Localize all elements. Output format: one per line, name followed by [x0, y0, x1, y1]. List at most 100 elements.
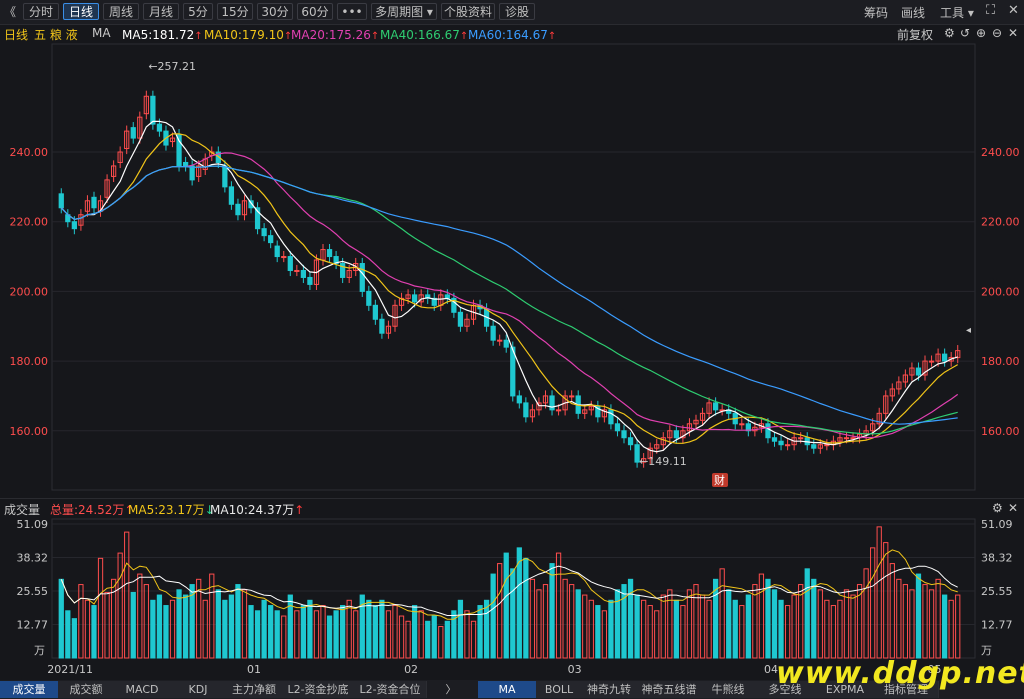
- candle-body: [549, 395, 555, 411]
- candle-body: [673, 430, 679, 439]
- tab-right-3[interactable]: 神奇五线谱: [636, 681, 703, 698]
- tab-right-0[interactable]: MA: [478, 681, 537, 698]
- volume-bar: [660, 594, 666, 659]
- volume-bar: [202, 599, 208, 659]
- price-tick-left: 180.00: [10, 355, 49, 368]
- volume-settings-icon[interactable]: ⚙: [992, 501, 1003, 515]
- candle-body: [130, 127, 136, 139]
- volume-bar: [353, 610, 359, 659]
- volume-bar: [287, 594, 293, 659]
- candle-body: [71, 221, 77, 230]
- volume-bar: [418, 610, 424, 659]
- tab-right-1[interactable]: BOLL: [536, 681, 583, 698]
- ma-line-10: [60, 133, 959, 444]
- volume-ma5: MA5:23.17万↓: [128, 503, 215, 517]
- volume-bar: [431, 615, 437, 659]
- candle-body: [457, 311, 464, 327]
- tab-left-0[interactable]: 成交量: [0, 681, 59, 698]
- volume-bar: [555, 552, 562, 659]
- volume-bar: [883, 542, 889, 659]
- volume-bar: [784, 605, 791, 659]
- volume-bar: [215, 589, 221, 659]
- tab-left-3[interactable]: KDJ: [170, 681, 227, 698]
- tab-right-4[interactable]: 牛熊线: [702, 681, 755, 698]
- volume-bar: [588, 599, 594, 659]
- volume-bar: [398, 615, 405, 659]
- candle-body: [497, 339, 503, 342]
- volume-bar: [732, 599, 738, 659]
- volume-bar: [254, 610, 261, 659]
- volume-bar: [621, 584, 627, 659]
- volume-bar: [241, 589, 248, 659]
- volume-bar: [470, 620, 477, 659]
- volume-bar: [346, 599, 352, 659]
- volume-bar: [71, 618, 77, 659]
- volume-bar: [955, 594, 961, 659]
- ma-line-40: [60, 165, 958, 435]
- volume-bar: [942, 594, 948, 659]
- volume-bar: [582, 594, 588, 659]
- candle-body: [379, 318, 385, 334]
- tab-left-5[interactable]: L2-资金抄底: [282, 681, 355, 698]
- volume-tick-right: 12.77: [981, 619, 1013, 632]
- candle-body: [765, 423, 771, 439]
- volume-bar: [726, 589, 732, 659]
- tab-left-6[interactable]: L2-资金合位: [354, 681, 427, 698]
- candle-body: [798, 437, 804, 440]
- tabs-scroll-arrow[interactable]: 〉: [436, 681, 466, 698]
- candle-body: [91, 196, 97, 209]
- candle-body: [372, 304, 378, 320]
- volume-close-icon[interactable]: ✕: [1008, 501, 1018, 515]
- volume-bar: [909, 589, 915, 659]
- candle-body: [608, 409, 614, 425]
- volume-bar: [438, 626, 444, 659]
- volume-bar: [176, 589, 182, 659]
- volume-bar: [948, 599, 954, 659]
- volume-bar: [542, 584, 549, 659]
- candle-body: [307, 276, 313, 285]
- candle-body: [915, 367, 922, 376]
- candle-body: [621, 430, 627, 439]
- volume-bar: [84, 599, 91, 659]
- kline-chart[interactable]: 240.00 240.00 220.00 220.00 200.00 200.00 180.…: [0, 0, 1024, 699]
- tab-left-2[interactable]: MACD: [114, 681, 171, 698]
- date-label: 02: [404, 663, 418, 676]
- candle-body: [569, 395, 575, 398]
- volume-bar: [307, 599, 313, 659]
- volume-bar: [503, 552, 509, 659]
- ma-line-20: [60, 152, 959, 439]
- low-annotation: ←149.11: [639, 455, 687, 468]
- candle-body: [614, 423, 621, 432]
- volume-bar: [281, 615, 287, 659]
- tab-right-2[interactable]: 神奇九转: [582, 681, 637, 698]
- tab-left-4[interactable]: 主力净额: [226, 681, 283, 698]
- volume-bar: [575, 589, 581, 659]
- volume-bar: [601, 610, 608, 659]
- volume-tick-left: 12.77: [17, 619, 49, 632]
- volume-bar: [392, 605, 398, 659]
- volume-bar: [837, 599, 843, 659]
- volume-bar: [58, 578, 64, 659]
- high-annotation: ←257.21: [148, 60, 196, 73]
- volume-bar: [91, 605, 97, 659]
- volume-ma-line-5: [60, 549, 958, 620]
- price-tick-left: 160.00: [10, 425, 49, 438]
- volume-tick-right: 51.09: [981, 518, 1013, 531]
- volume-bar: [425, 620, 431, 659]
- candle-body: [268, 235, 274, 244]
- date-label: 03: [568, 663, 582, 676]
- candle-body: [274, 245, 280, 258]
- volume-bar: [313, 610, 320, 659]
- volume-bar: [928, 589, 935, 659]
- candle-body: [523, 402, 529, 418]
- candle-body: [411, 294, 418, 303]
- event-badge: 财: [714, 473, 725, 487]
- tab-left-1[interactable]: 成交额: [58, 681, 115, 698]
- volume-bar: [686, 589, 693, 659]
- volume-bar: [922, 584, 928, 659]
- candle-body: [771, 437, 778, 442]
- candle-body: [778, 440, 784, 446]
- volume-bar: [889, 563, 895, 659]
- candle-body: [555, 409, 562, 412]
- price-tick-left: 200.00: [10, 285, 49, 298]
